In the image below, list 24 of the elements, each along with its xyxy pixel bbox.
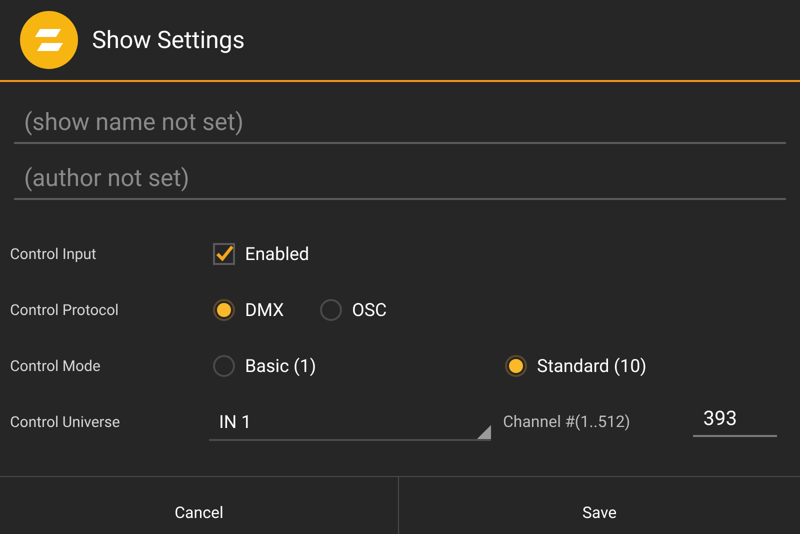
universe-dropdown[interactable]: IN 1	[209, 405, 491, 441]
dialog-button[interactable]: Save	[398, 477, 800, 534]
checkbox[interactable]	[213, 243, 235, 265]
channel-label: Channel #(1..512)	[503, 411, 630, 433]
radio-button[interactable]	[213, 355, 235, 377]
setting-label: Control Input	[9, 244, 98, 265]
dialog-button[interactable]: Cancel	[0, 477, 398, 534]
option-label: Enabled	[245, 242, 310, 266]
setting-label: Control Mode	[9, 356, 102, 377]
radio-button[interactable]	[213, 299, 235, 321]
radio-button[interactable]	[320, 299, 342, 321]
option-label: Basic (1)	[245, 354, 316, 378]
dialog-title: Show Settings	[92, 25, 245, 56]
channel-field[interactable]: 393	[693, 403, 778, 437]
setting-label: Control Universe	[9, 412, 121, 433]
radio-button[interactable]	[505, 355, 527, 377]
logo-icon	[20, 11, 78, 69]
setting-label: Control Protocol	[9, 300, 120, 321]
dropdown-icon	[477, 425, 491, 439]
option-label: DMX	[245, 298, 284, 322]
text-field[interactable]: (show name not set)	[14, 102, 786, 144]
option-label: OSC	[352, 298, 387, 322]
option-label: Standard (10)	[537, 354, 646, 378]
text-field[interactable]: (author not set)	[14, 158, 786, 200]
